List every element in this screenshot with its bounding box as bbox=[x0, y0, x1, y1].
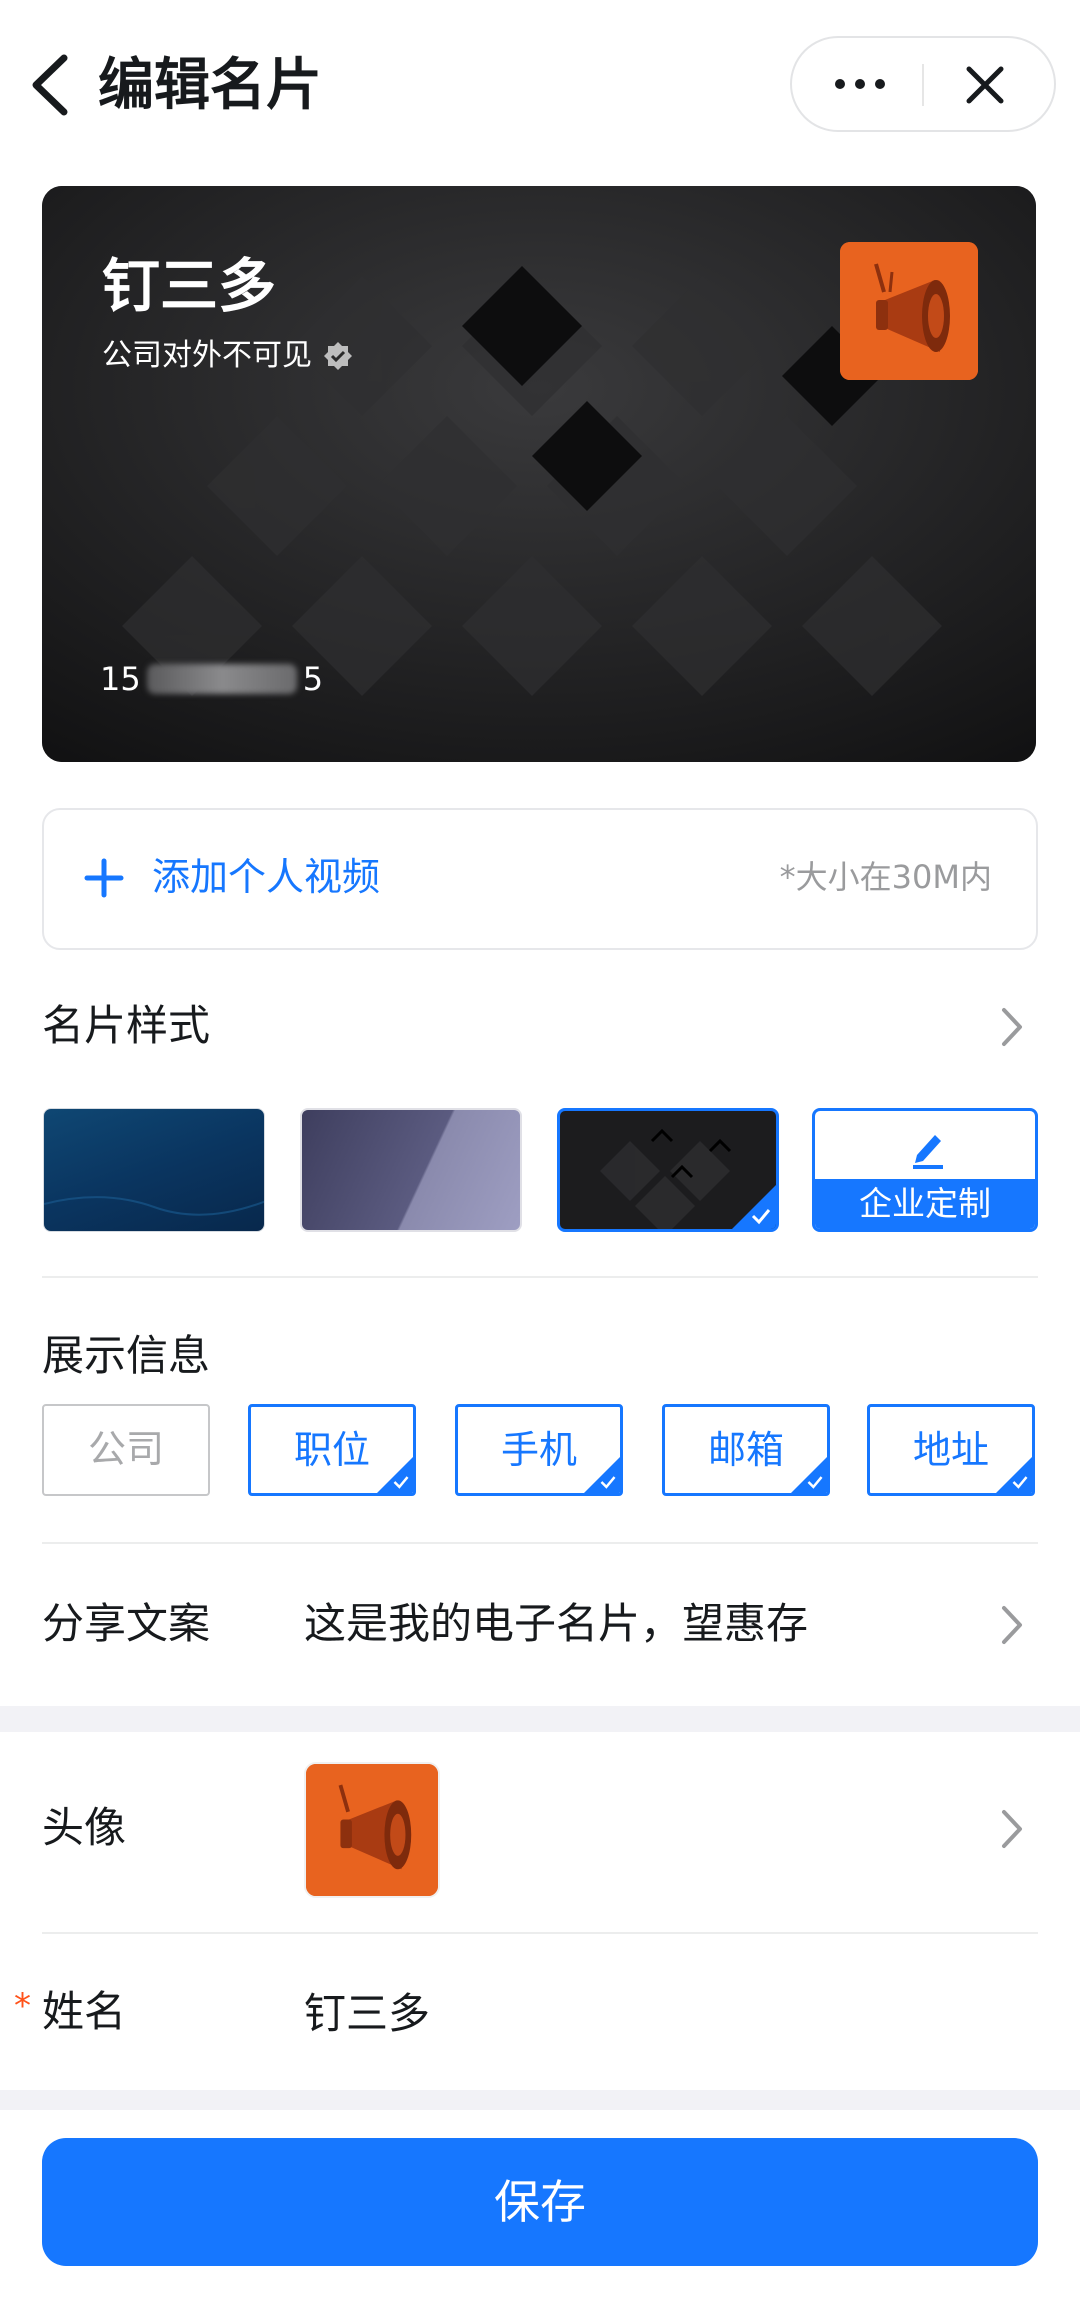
verified-icon bbox=[324, 342, 352, 370]
check-icon bbox=[600, 1476, 616, 1489]
close-icon[interactable] bbox=[960, 60, 1010, 110]
save-button[interactable]: 保存 bbox=[42, 2138, 1038, 2266]
divider bbox=[42, 1932, 1038, 1934]
tag-label: 手机 bbox=[500, 1428, 577, 1472]
divider bbox=[42, 1542, 1038, 1544]
share-text-value[interactable]: 这是我的电子名片，望惠存 bbox=[304, 1594, 808, 1654]
tag-company[interactable]: 公司 bbox=[42, 1404, 210, 1496]
name-label: 姓名 bbox=[42, 1987, 127, 2036]
tag-email[interactable]: 邮箱 bbox=[662, 1404, 830, 1496]
edit-card-page: 编辑名片 钉三多 公司对外不可见 15 5 添加个人视频 *大小在30M内 名片… bbox=[0, 0, 1080, 2301]
style-custom-button[interactable]: 企业定制 bbox=[812, 1108, 1038, 1232]
megaphone-icon bbox=[306, 1764, 438, 1896]
avatar-label: 头像 bbox=[42, 1803, 127, 1852]
card-phone: 15 5 bbox=[100, 656, 323, 702]
capsule-divider bbox=[922, 64, 924, 106]
page-title: 编辑名片 bbox=[98, 53, 322, 118]
phone-masked bbox=[146, 664, 297, 694]
name-input[interactable]: 钉三多 bbox=[304, 1984, 430, 2044]
divider bbox=[42, 1276, 1038, 1278]
phone-prefix: 15 bbox=[100, 660, 141, 698]
footer-gap bbox=[0, 2090, 1080, 2110]
style-thumb-blue[interactable] bbox=[43, 1108, 265, 1232]
card-subtitle: 公司对外不可见 bbox=[102, 334, 354, 378]
tag-address[interactable]: 地址 bbox=[867, 1404, 1035, 1496]
share-text-label: 分享文案 bbox=[42, 1599, 211, 1648]
more-icon[interactable] bbox=[825, 62, 895, 106]
chevron-right-icon[interactable] bbox=[1000, 1006, 1024, 1048]
custom-label: 企业定制 bbox=[815, 1179, 1035, 1229]
tag-label: 地址 bbox=[912, 1428, 989, 1472]
tag-label: 公司 bbox=[87, 1427, 164, 1471]
edit-pen-icon bbox=[913, 1135, 943, 1169]
check-icon bbox=[807, 1476, 823, 1489]
megaphone-icon bbox=[840, 242, 978, 380]
avatar[interactable] bbox=[304, 1762, 440, 1898]
card-name: 钉三多 bbox=[102, 252, 277, 320]
tag-label: 邮箱 bbox=[707, 1428, 784, 1472]
check-icon bbox=[751, 1209, 771, 1225]
chevron-right-icon[interactable] bbox=[1000, 1604, 1024, 1646]
card-logo bbox=[840, 242, 978, 380]
tag-label: 职位 bbox=[293, 1428, 370, 1472]
required-mark: * bbox=[14, 1986, 31, 2026]
style-thumb-dark-selected[interactable] bbox=[557, 1108, 779, 1232]
add-video-label[interactable]: 添加个人视频 bbox=[152, 848, 380, 906]
business-card-preview: 钉三多 公司对外不可见 15 5 bbox=[42, 186, 1036, 762]
tag-position[interactable]: 职位 bbox=[248, 1404, 416, 1496]
video-size-hint: *大小在30M内 bbox=[779, 858, 992, 896]
card-subtitle-text: 公司对外不可见 bbox=[102, 338, 312, 373]
section-gap bbox=[0, 1706, 1080, 1732]
tag-phone[interactable]: 手机 bbox=[455, 1404, 623, 1496]
display-info-label: 展示信息 bbox=[42, 1331, 211, 1380]
style-thumb-purple[interactable] bbox=[300, 1108, 522, 1232]
phone-suffix: 5 bbox=[302, 660, 324, 698]
check-icon bbox=[393, 1476, 409, 1489]
plus-icon bbox=[84, 858, 124, 898]
chevron-right-icon[interactable] bbox=[1000, 1808, 1024, 1850]
check-icon bbox=[1012, 1476, 1028, 1489]
card-style-label: 名片样式 bbox=[42, 1001, 211, 1050]
back-icon[interactable] bbox=[26, 52, 76, 118]
